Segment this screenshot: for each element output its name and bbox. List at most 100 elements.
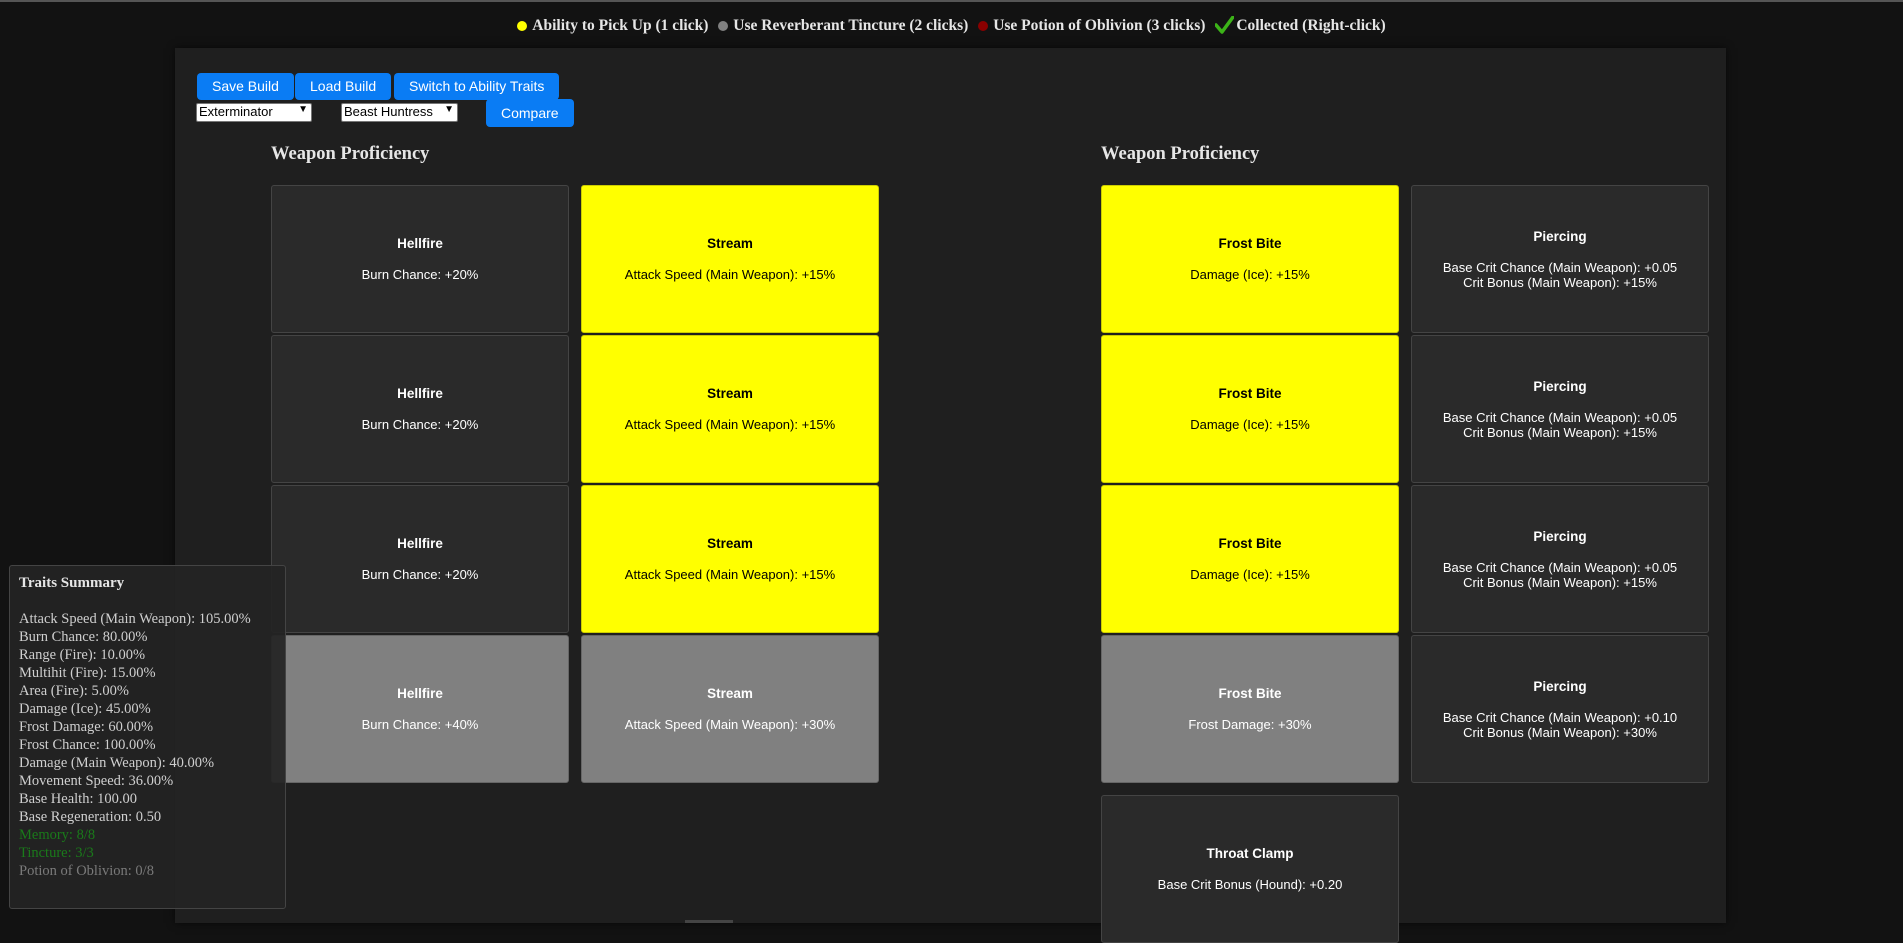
- trait-name: Stream: [707, 236, 753, 251]
- trait-card-hellfire[interactable]: Hellfire Burn Chance: +40%: [271, 635, 569, 783]
- checkmark-icon: [1215, 15, 1235, 34]
- trait-effect: Burn Chance: +40%: [361, 717, 479, 732]
- build-panel: Save Build Load Build Switch to Ability …: [175, 48, 1726, 943]
- trait-name: Piercing: [1533, 228, 1587, 244]
- trait-effect: Crit Bonus (Main Weapon): +30%: [1463, 724, 1657, 740]
- trait-name: Hellfire: [397, 386, 443, 401]
- class-select-left-value: Exterminator: [199, 104, 273, 119]
- trait-effect: Crit Bonus (Main Weapon): +15%: [1463, 424, 1657, 440]
- trait-effect: Burn Chance: +20%: [361, 417, 479, 432]
- summary-stat-line: Frost Damage: 60.00%: [19, 719, 154, 735]
- legend-label: Use Reverberant Tincture (2 clicks): [733, 17, 969, 35]
- trait-effect: Base Crit Chance (Main Weapon): +0.10: [1442, 709, 1678, 725]
- trait-card-hellfire[interactable]: Hellfire Burn Chance: +20%: [271, 485, 569, 633]
- summary-stat-line: Tincture: 3/3: [19, 845, 94, 861]
- red-dot-icon: [978, 20, 989, 31]
- trait-card-frost-bite[interactable]: Frost Bite Damage (Ice): +15%: [1101, 485, 1399, 633]
- trait-card-stream[interactable]: Stream Attack Speed (Main Weapon): +15%: [581, 335, 879, 483]
- trait-effect: Attack Speed (Main Weapon): +30%: [624, 717, 836, 732]
- trait-name: Hellfire: [397, 536, 443, 551]
- trait-name: Piercing: [1533, 528, 1587, 544]
- chevron-down-icon: ▼: [444, 104, 454, 115]
- trait-effect: Crit Bonus (Main Weapon): +15%: [1463, 274, 1657, 290]
- trait-effect: Damage (Ice): +15%: [1190, 417, 1310, 432]
- trait-effect: Base Crit Chance (Main Weapon): +0.05: [1442, 409, 1678, 425]
- switch-ability-traits-button[interactable]: Switch to Ability Traits: [394, 73, 560, 100]
- summary-stat-line: Area (Fire): 5.00%: [19, 683, 129, 699]
- trait-card-piercing[interactable]: Piercing Base Crit Chance (Main Weapon): …: [1411, 635, 1709, 783]
- trait-effect: Damage (Ice): +15%: [1190, 267, 1310, 282]
- trait-name: Stream: [707, 536, 753, 551]
- gray-dot-icon: [718, 20, 729, 31]
- trait-name: Hellfire: [397, 686, 443, 701]
- trait-effect: Burn Chance: +20%: [361, 267, 479, 282]
- trait-name: Frost Bite: [1218, 236, 1282, 251]
- compare-button[interactable]: Compare: [486, 99, 574, 127]
- legend-label: Use Potion of Oblivion (3 clicks): [993, 17, 1206, 35]
- legend-item-oblivion: Use Potion of Oblivion (3 clicks): [978, 17, 1205, 35]
- trait-name: Hellfire: [397, 236, 443, 251]
- traits-summary-title: Traits Summary: [19, 575, 125, 591]
- legend-bar: Ability to Pick Up (1 click) Use Reverbe…: [0, 15, 1903, 36]
- trait-name: Stream: [707, 386, 753, 401]
- legend-item-tincture: Use Reverberant Tincture (2 clicks): [718, 17, 968, 35]
- trait-card-stream[interactable]: Stream Attack Speed (Main Weapon): +15%: [581, 485, 879, 633]
- summary-stat-line: Movement Speed: 36.00%: [19, 773, 174, 789]
- trait-name: Stream: [707, 686, 753, 701]
- trait-card-piercing[interactable]: Piercing Base Crit Chance (Main Weapon): …: [1411, 335, 1709, 483]
- window-top-border: [0, 0, 1903, 2]
- summary-stat-line: Damage (Main Weapon): 40.00%: [19, 755, 215, 771]
- trait-card-stream[interactable]: Stream Attack Speed (Main Weapon): +15%: [581, 185, 879, 333]
- summary-stat-line: Multihit (Fire): 15.00%: [19, 665, 156, 681]
- class-select-right-value: Beast Huntress: [344, 104, 433, 119]
- class-select-right[interactable]: Beast Huntress ▼: [341, 103, 458, 122]
- summary-stat-line: Base Health: 100.00: [19, 791, 137, 807]
- trait-effect: Attack Speed (Main Weapon): +15%: [624, 567, 836, 582]
- trait-card-frost-bite[interactable]: Frost Bite Damage (Ice): +15%: [1101, 335, 1399, 483]
- chevron-down-icon: ▼: [298, 104, 308, 115]
- trait-name: Throat Clamp: [1206, 846, 1294, 861]
- trait-effect: Base Crit Bonus (Hound): +0.20: [1157, 877, 1343, 892]
- summary-stat-line: Range (Fire): 10.00%: [19, 647, 146, 663]
- trait-effect: Crit Bonus (Main Weapon): +15%: [1463, 574, 1657, 590]
- summary-stat-line: Potion of Oblivion: 0/8: [19, 863, 154, 879]
- trait-effect: Frost Damage: +30%: [1188, 717, 1312, 732]
- right-column-title: Weapon Proficiency: [1101, 144, 1260, 164]
- left-column-title: Weapon Proficiency: [271, 144, 430, 164]
- trait-name: Frost Bite: [1218, 686, 1282, 701]
- summary-stat-line: Damage (Ice): 45.00%: [19, 701, 151, 717]
- traits-summary-panel: Traits Summary Attack Speed (Main Weapon…: [9, 565, 286, 909]
- legend-item-pickup: Ability to Pick Up (1 click): [517, 17, 708, 35]
- legend-label: Ability to Pick Up (1 click): [532, 17, 709, 35]
- legend-item-collected: Collected (Right-click): [1215, 15, 1386, 35]
- trait-effect: Base Crit Chance (Main Weapon): +0.05: [1442, 559, 1678, 575]
- trait-name: Piercing: [1533, 378, 1587, 394]
- trait-card-piercing[interactable]: Piercing Base Crit Chance (Main Weapon): …: [1411, 185, 1709, 333]
- load-build-button[interactable]: Load Build: [295, 73, 392, 100]
- yellow-dot-icon: [517, 20, 528, 31]
- trait-effect: Damage (Ice): +15%: [1190, 567, 1310, 582]
- traits-summary-list: Attack Speed (Main Weapon): 105.00% Burn …: [19, 610, 276, 880]
- trait-card-frost-bite[interactable]: Frost Bite Frost Damage: +30%: [1101, 635, 1399, 783]
- trait-effect: Attack Speed (Main Weapon): +15%: [624, 267, 836, 282]
- summary-stat-line: Burn Chance: 80.00%: [19, 629, 148, 645]
- trait-card-hellfire[interactable]: Hellfire Burn Chance: +20%: [271, 335, 569, 483]
- trait-name: Piercing: [1533, 678, 1587, 694]
- summary-stat-line: Base Regeneration: 0.50: [19, 809, 162, 825]
- trait-card-hellfire[interactable]: Hellfire Burn Chance: +20%: [271, 185, 569, 333]
- trait-effect: Base Crit Chance (Main Weapon): +0.05: [1442, 259, 1678, 275]
- trait-card-throat-clamp[interactable]: Throat Clamp Base Crit Bonus (Hound): +0.…: [1101, 795, 1399, 943]
- summary-stat-line: Memory: 8/8: [19, 827, 96, 843]
- class-select-left[interactable]: Exterminator ▼: [196, 103, 312, 122]
- trait-card-stream[interactable]: Stream Attack Speed (Main Weapon): +30%: [581, 635, 879, 783]
- trait-card-frost-bite[interactable]: Frost Bite Damage (Ice): +15%: [1101, 185, 1399, 333]
- save-build-button[interactable]: Save Build: [197, 73, 294, 100]
- legend-label: Collected (Right-click): [1236, 17, 1386, 35]
- trait-name: Frost Bite: [1218, 536, 1282, 551]
- summary-stat-line: Attack Speed (Main Weapon): 105.00%: [19, 611, 251, 627]
- summary-stat-line: Frost Chance: 100.00%: [19, 737, 156, 753]
- trait-effect: Burn Chance: +20%: [361, 567, 479, 582]
- trait-card-piercing[interactable]: Piercing Base Crit Chance (Main Weapon): …: [1411, 485, 1709, 633]
- trait-effect: Attack Speed (Main Weapon): +15%: [624, 417, 836, 432]
- trait-name: Frost Bite: [1218, 386, 1282, 401]
